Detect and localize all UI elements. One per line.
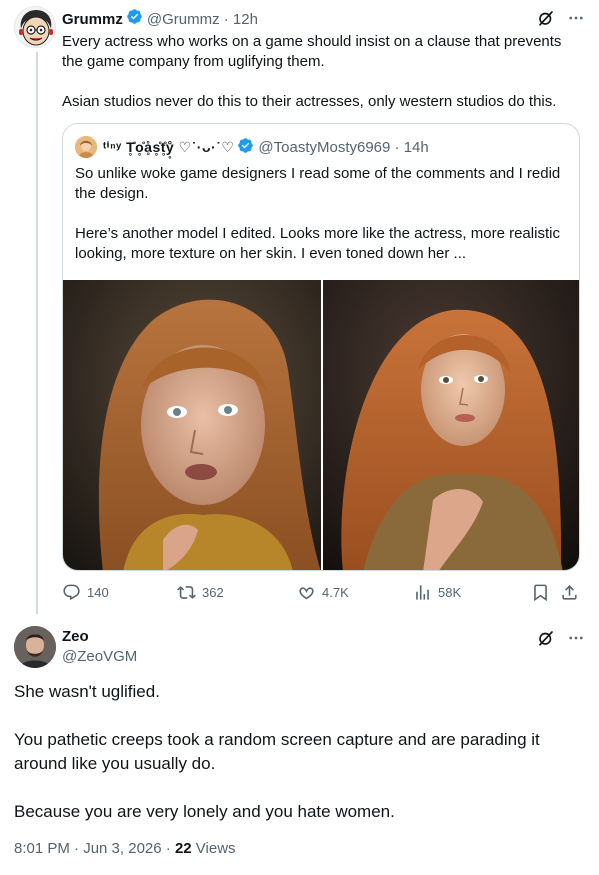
post2-author-handle[interactable]: @ZeoVGM [62,648,137,665]
reply-button[interactable]: 140 [62,583,109,602]
quote-paragraph: So unlike woke game designers I read som… [75,165,561,202]
bookmark-button[interactable] [531,583,550,602]
separator-dot: · [390,138,404,156]
post1-action-bar: 140 362 4.7K 58K [62,583,580,605]
post2-meta: 8:01 PM · Jun 3, 2026 · 22 Views [14,840,236,857]
post2-timestamp[interactable]: 8:01 PM · Jun 3, 2026 [14,840,162,857]
like-button[interactable]: 4.7K [297,583,349,602]
quote-author-avatar[interactable] [75,136,97,158]
post2-paragraph: Because you are very lonely and you hate… [14,802,395,821]
post1-text: Every actress who works on a game should… [62,32,582,112]
post2-views-label: Views [195,840,236,857]
separator-dot: · [219,10,233,28]
zeo-avatar[interactable] [14,626,56,668]
media-image-edited[interactable] [323,280,579,570]
post1-top-actions [537,9,585,32]
post1-header: Grummz @Grummz · 12h [62,9,258,29]
quote-media [63,280,579,570]
reply-icon [62,583,81,602]
post2-text: She wasn't uglified. You pathetic creeps… [14,680,584,824]
like-count: 4.7K [322,585,349,600]
media-image-original[interactable] [63,280,321,570]
bookmark-icon [531,583,550,602]
quoted-tweet[interactable]: ᵗⁱⁿʸ T̥̊o̥̊ḁ̊s̥̊t̥̊ẙ̥ ♡˙·ᴗ·˙♡ @ToastyMos… [62,123,580,571]
share-icon [560,583,579,602]
grummz-avatar[interactable] [14,6,56,48]
post2-paragraph: She wasn't uglified. [14,682,160,701]
post2-view-count: 22 [174,840,192,857]
post1-time[interactable]: 12h [233,11,258,28]
views-icon [413,583,432,602]
post2-paragraph: You pathetic creeps took a random screen… [14,730,540,773]
verified-badge-icon [237,137,254,158]
quote-header: ᵗⁱⁿʸ T̥̊o̥̊ḁ̊s̥̊t̥̊ẙ̥ ♡˙·ᴗ·˙♡ @ToastyMos… [75,136,429,158]
thread-line [36,52,38,614]
post1-author-name[interactable]: Grummz [62,11,123,28]
more-icon[interactable] [567,629,585,652]
quote-text: So unlike woke game designers I read som… [75,164,569,264]
like-icon [297,583,316,602]
post2-top-actions [537,629,585,652]
quote-paragraph: Here’s another model I edited. Looks mor… [75,225,560,262]
post1-author-handle[interactable]: @Grummz [147,11,220,28]
post1-paragraph: Every actress who works on a game should… [62,33,562,70]
grok-icon[interactable] [537,629,555,652]
post2-author-name[interactable]: Zeo [62,628,89,645]
grok-icon[interactable] [537,9,555,32]
separator-dot: · [161,840,175,857]
views-button[interactable]: 58K [413,583,461,602]
quote-time[interactable]: 14h [404,139,429,156]
repost-button[interactable]: 362 [177,583,224,602]
views-count: 58K [438,585,462,600]
repost-icon [177,583,196,602]
share-button[interactable] [560,583,579,602]
quote-author-handle[interactable]: @ToastyMosty6969 [258,139,390,156]
reply-count: 140 [87,585,109,600]
verified-badge-icon [126,8,143,30]
post1-paragraph: Asian studios never do this to their act… [62,93,557,110]
repost-count: 362 [202,585,224,600]
more-icon[interactable] [567,9,585,32]
quote-author-name[interactable]: ᵗⁱⁿʸ T̥̊o̥̊ḁ̊s̥̊t̥̊ẙ̥ ♡˙·ᴗ·˙♡ [103,139,234,156]
